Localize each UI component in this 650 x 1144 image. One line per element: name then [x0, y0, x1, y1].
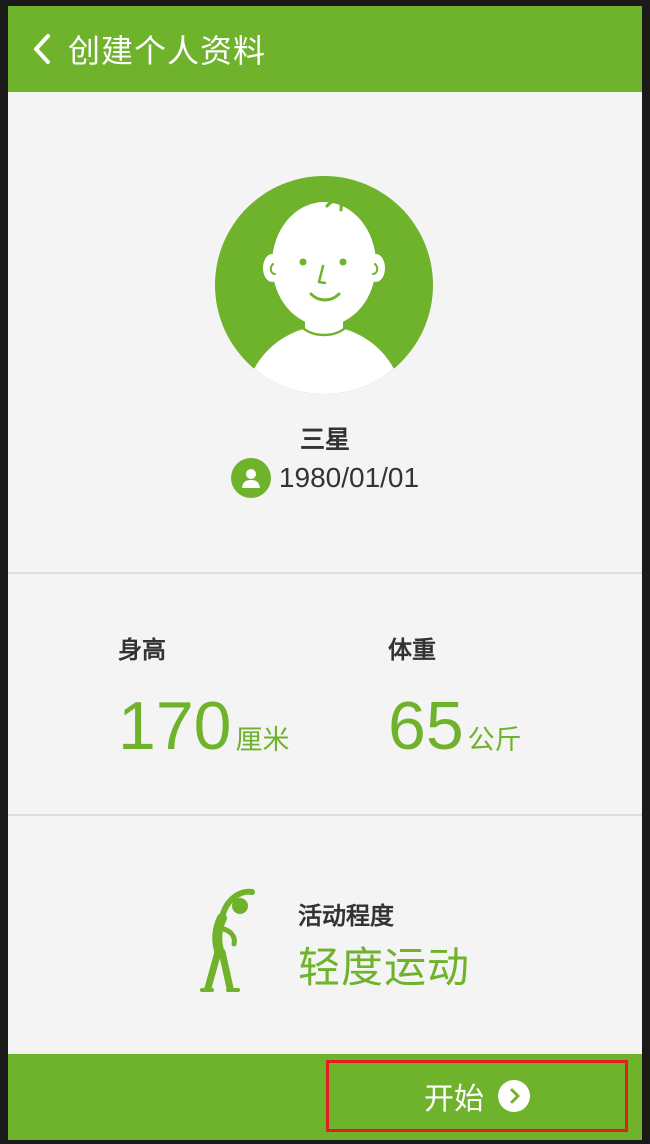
birthdate-value: 1980/01/01 [278, 462, 420, 493]
height-label: 身高 [118, 636, 166, 664]
weight-value-group: 65 公斤 [388, 692, 522, 760]
page-title: 创建个人资料 [68, 32, 267, 70]
weight-value: 65 [388, 688, 464, 764]
chevron-left-icon[interactable] [16, 6, 68, 92]
start-button-label: 开始 [424, 1082, 484, 1117]
height-unit: 厘米 [235, 725, 290, 756]
body-stats-section: 身高 170 厘米 体重 65 公斤 [8, 574, 642, 814]
user-icon [230, 458, 271, 498]
stretching-figure-icon [186, 884, 262, 994]
user-avatar-icon[interactable] [215, 176, 433, 394]
activity-level-value: 轻度运动 [298, 943, 471, 992]
activity-level-section[interactable]: 活动程度 轻度运动 [8, 818, 642, 1054]
height-value: 170 [118, 688, 232, 764]
divider [8, 814, 642, 816]
birthdate-row: 1980/01/01 [8, 458, 642, 498]
weight-unit: 公斤 [467, 725, 522, 756]
profile-name: 三星 [299, 425, 350, 454]
chevron-right-circle-icon [498, 1080, 530, 1112]
app-screen: 创建个人资料 三星 1980/01/01 身高 170 厘米 体重 65 公斤 … [8, 6, 642, 1140]
profile-section: 三星 1980/01/01 [8, 92, 642, 572]
start-button[interactable]: 开始 [326, 1060, 628, 1132]
height-value-group: 170 厘米 [118, 692, 289, 760]
bottom-action-bar: 开始 [8, 1054, 642, 1140]
weight-label: 体重 [388, 636, 436, 664]
header-bar: 创建个人资料 [8, 6, 642, 92]
activity-level-label: 活动程度 [298, 902, 394, 930]
